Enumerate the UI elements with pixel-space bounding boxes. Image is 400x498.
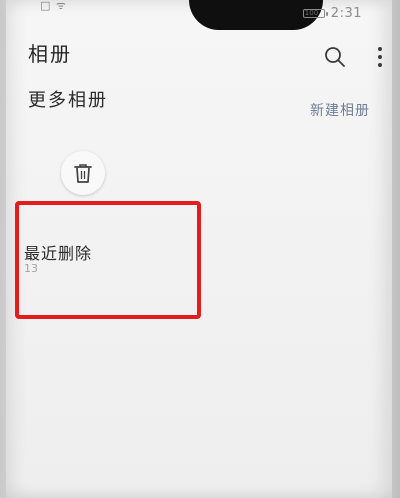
status-bar-left: □ ᯤ (40, 0, 67, 12)
section-title: 更多相册 (28, 90, 108, 111)
recently-deleted-icon-button[interactable] (61, 151, 105, 195)
more-vert-icon[interactable] (376, 46, 384, 68)
battery-icon: 100 (302, 9, 328, 18)
page-title: 相册 (28, 42, 72, 66)
highlight-box (15, 201, 201, 319)
status-time: 2:31 (330, 6, 362, 21)
search-icon[interactable] (324, 46, 346, 68)
screen: □ ᯤ 100 2:31 相册 更多相册 新建相册 最近删除 13 (6, 0, 392, 498)
status-bar-right: 100 2:31 (302, 6, 362, 21)
new-album-button[interactable]: 新建相册 (310, 100, 370, 120)
battery-level: 100 (304, 9, 319, 17)
trash-icon (74, 164, 92, 183)
